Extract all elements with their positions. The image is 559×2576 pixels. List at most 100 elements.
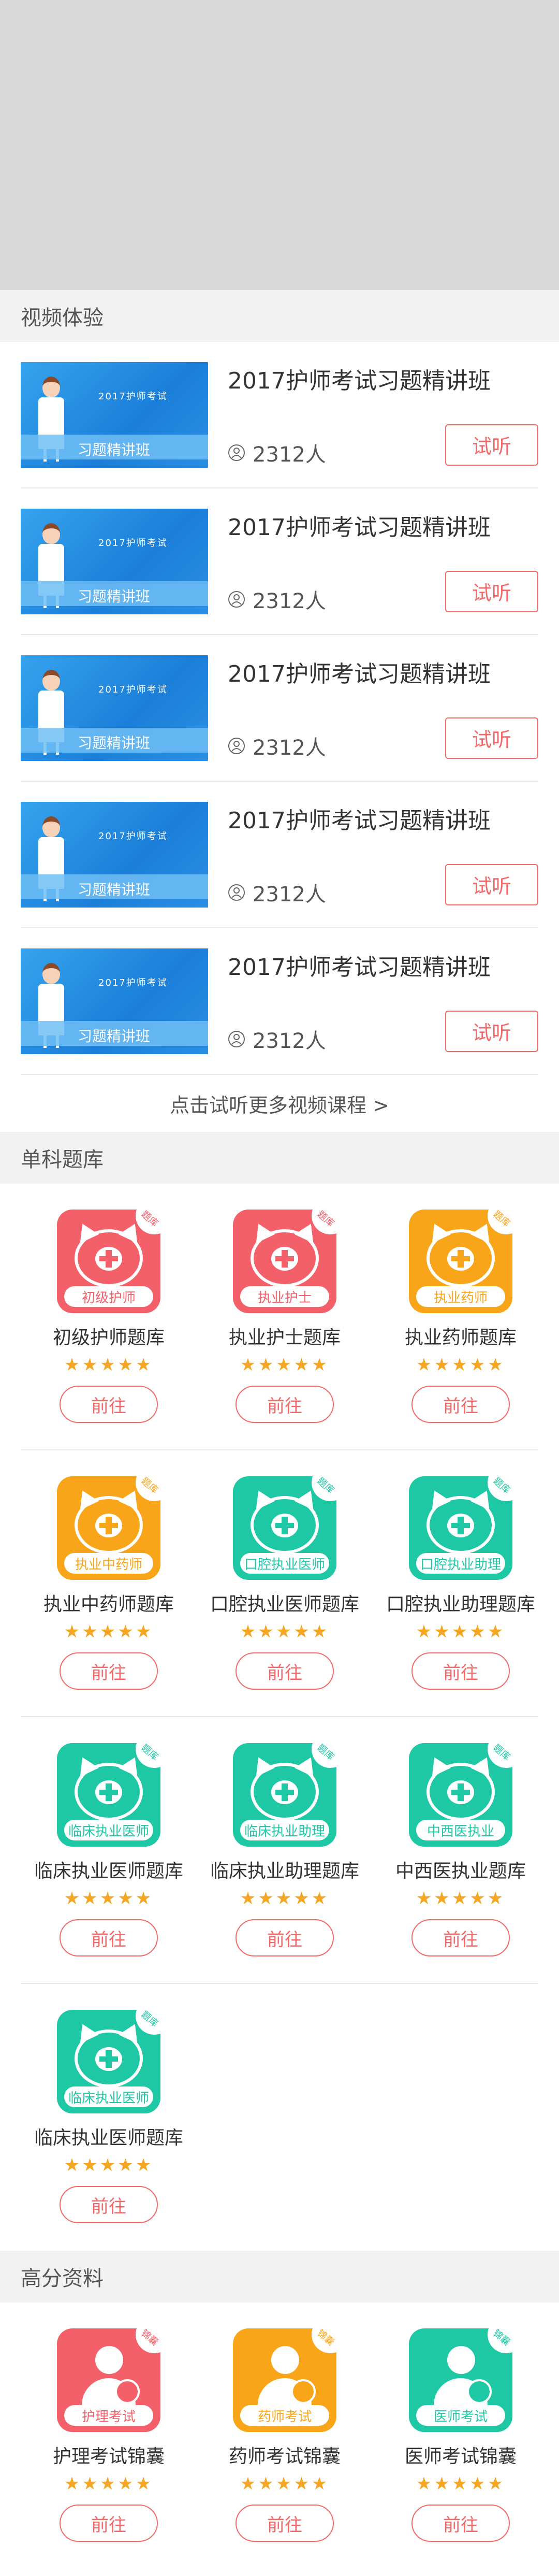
question-bank-icon[interactable]: 题库 口腔执业医师 <box>233 1476 336 1580</box>
material-card[interactable]: 锦囊 医师考试 医师考试锦囊 ★★★★★ 前往 <box>373 2302 549 2569</box>
video-title[interactable]: 2017护师考试习题精讲班 <box>228 802 491 835</box>
material-name: 护理考试锦囊 <box>52 2446 165 2467</box>
try-listen-button[interactable]: 试听 <box>445 717 538 759</box>
go-button[interactable]: 前往 <box>411 2505 510 2542</box>
go-button[interactable]: 前往 <box>60 1919 158 1956</box>
question-bank-icon[interactable]: 题库 初级护师 <box>57 1210 160 1313</box>
icon-label: 临床执业医师 <box>64 1820 153 1840</box>
video-item[interactable]: 2017护师考试 习题精讲班 2017护师考试习题精讲班 2312人 试听 <box>21 782 538 928</box>
question-bank-icon[interactable]: 题库 临床执业助理 <box>233 1743 336 1847</box>
question-bank-icon[interactable]: 题库 中西医执业 <box>409 1743 512 1847</box>
corner-tag: 锦囊 <box>315 2328 336 2348</box>
doctor-figure <box>42 669 60 690</box>
go-button[interactable]: 前往 <box>60 1652 158 1690</box>
try-listen-button[interactable]: 试听 <box>445 570 538 612</box>
question-bank-icon[interactable]: 题库 临床执业医师 <box>57 2010 160 2113</box>
bank-card[interactable]: 题库 执业护士 执业护士题库 ★★★★★ 前往 <box>197 1184 373 1449</box>
doctor-figure <box>42 816 60 837</box>
video-item[interactable]: 2017护师考试 习题精讲班 2017护师考试习题精讲班 2312人 试听 <box>21 928 538 1075</box>
icon-label: 药师考试 <box>240 2405 329 2426</box>
video-title[interactable]: 2017护师考试习题精讲班 <box>228 362 491 395</box>
question-bank-icon[interactable]: 题库 执业中药师 <box>57 1476 160 1580</box>
viewer-count: 2312人 <box>253 589 326 613</box>
video-item[interactable]: 2017护师考试 习题精讲班 2017护师考试习题精讲班 2312人 试听 <box>21 635 538 782</box>
question-bank-icon[interactable]: 题库 执业药师 <box>409 1210 512 1313</box>
bank-card[interactable]: 题库 口腔执业医师 口腔执业医师题库 ★★★★★ 前往 <box>197 1450 373 1716</box>
bank-card[interactable]: 题库 临床执业医师 临床执业医师题库 ★★★★★ 前往 <box>21 1717 197 1983</box>
rating-stars-icon: ★★★★★ <box>416 1621 506 1642</box>
video-thumbnail[interactable]: 2017护师考试 习题精讲班 <box>21 948 208 1054</box>
material-card[interactable]: 锦囊 药师考试 药师考试锦囊 ★★★★★ 前往 <box>197 2302 373 2569</box>
rating-stars-icon: ★★★★★ <box>64 1888 154 1909</box>
rating-stars-icon: ★★★★★ <box>64 2473 154 2494</box>
video-thumbnail[interactable]: 2017护师考试 习题精讲班 <box>21 508 208 614</box>
go-button[interactable]: 前往 <box>411 1386 510 1423</box>
try-listen-button[interactable]: 试听 <box>445 864 538 905</box>
bank-card[interactable]: 题库 执业药师 执业药师题库 ★★★★★ 前往 <box>373 1184 549 1449</box>
video-thumbnail[interactable]: 2017护师考试 习题精讲班 <box>21 655 208 761</box>
video-thumbnail[interactable]: 2017护师考试 习题精讲班 <box>21 362 208 468</box>
material-card[interactable]: 锦囊 护理考试 护理考试锦囊 ★★★★★ 前往 <box>21 2302 197 2569</box>
icon-label: 中西医执业 <box>416 1820 505 1840</box>
rating-stars-icon: ★★★★★ <box>416 1888 506 1909</box>
icon-label: 口腔执业医师 <box>240 1553 329 1574</box>
go-button[interactable]: 前往 <box>411 1652 510 1690</box>
bank-card[interactable]: 题库 临床执业医师 临床执业医师题库 ★★★★★ 前往 <box>21 1984 197 2251</box>
corner-tag: 题库 <box>139 1210 160 1229</box>
video-title[interactable]: 2017护师考试习题精讲班 <box>228 655 491 688</box>
go-button[interactable]: 前往 <box>60 2505 158 2542</box>
go-button[interactable]: 前往 <box>60 2186 158 2223</box>
video-item[interactable]: 2017护师考试 习题精讲班 2017护师考试习题精讲班 2312人 试听 <box>21 342 538 488</box>
video-thumbnail[interactable]: 2017护师考试 习题精讲班 <box>21 801 208 908</box>
more-videos-link[interactable]: 点击试听更多视频课程 > <box>0 1075 559 1132</box>
video-item[interactable]: 2017护师考试 习题精讲班 2017护师考试习题精讲班 2312人 试听 <box>21 488 538 635</box>
go-button[interactable]: 前往 <box>60 1386 158 1423</box>
go-button[interactable]: 前往 <box>236 2505 334 2542</box>
rating-stars-icon: ★★★★★ <box>240 1355 330 1375</box>
bank-card[interactable]: 题库 口腔执业助理 口腔执业助理题库 ★★★★★ 前往 <box>373 1450 549 1716</box>
go-button[interactable]: 前往 <box>236 1652 334 1690</box>
question-bank-icon[interactable]: 题库 临床执业医师 <box>57 1743 160 1847</box>
corner-tag: 题库 <box>315 1743 336 1763</box>
thumbnail-caption: 2017护师考试 <box>98 684 168 695</box>
video-list: 2017护师考试 习题精讲班 2017护师考试习题精讲班 2312人 试听 20… <box>0 342 559 1075</box>
material-name: 药师考试锦囊 <box>228 2446 341 2467</box>
bank-card[interactable]: 题库 初级护师 初级护师题库 ★★★★★ 前往 <box>21 1184 197 1449</box>
user-icon <box>228 884 245 901</box>
try-listen-button[interactable]: 试听 <box>445 1010 538 1052</box>
thumbnail-label: 习题精讲班 <box>78 881 151 898</box>
thumbnail-label: 习题精讲班 <box>78 734 151 752</box>
question-bank-icon[interactable]: 题库 执业护士 <box>233 1210 336 1313</box>
study-material-icon[interactable]: 锦囊 药师考试 <box>233 2328 336 2432</box>
icon-label: 执业中药师 <box>64 1553 153 1574</box>
bank-row: 题库 执业中药师 执业中药师 题库 ★★★★★ 前往 题库 口腔执业医师 口腔执业… <box>21 1450 538 1717</box>
question-bank-icon[interactable]: 题库 口腔执业助理 <box>409 1476 512 1580</box>
viewer-count: 2312人 <box>253 736 326 760</box>
bank-row: 题库 临床执业医师 临床执业医师题库 ★★★★★ 前往 <box>21 1984 538 2251</box>
study-material-icon[interactable]: 锦囊 护理考试 <box>57 2328 160 2432</box>
viewer-count: 2312人 <box>253 882 326 906</box>
go-button[interactable]: 前往 <box>236 1919 334 1956</box>
bank-name: 临床执业助理题库 <box>210 1861 359 1882</box>
study-material-icon[interactable]: 锦囊 医师考试 <box>409 2328 512 2432</box>
corner-tag: 题库 <box>139 1476 160 1496</box>
rating-stars-icon: ★★★★★ <box>240 1621 330 1642</box>
corner-tag: 题库 <box>491 1476 512 1496</box>
bank-name: 执业护士题库 <box>228 1327 341 1348</box>
user-icon <box>228 444 245 461</box>
icon-label: 初级护师 <box>64 1286 153 1307</box>
bank-card[interactable]: 题库 中西医执业 中西医执业题库 ★★★★★ 前往 <box>373 1717 549 1983</box>
doctor-figure <box>42 962 60 984</box>
corner-tag: 题库 <box>491 1210 512 1229</box>
material-grid: 锦囊 护理考试 护理考试锦囊 ★★★★★ 前往 锦囊 药师考试 药师考试锦囊 ★… <box>0 2302 559 2569</box>
go-button[interactable]: 前往 <box>236 1386 334 1423</box>
bank-card[interactable]: 题库 执业中药师 执业中药师题库 ★★★★★ 前往 <box>21 1450 197 1716</box>
go-button[interactable]: 前往 <box>411 1919 510 1956</box>
thumbnail-label: 习题精讲班 <box>78 441 151 458</box>
bank-card[interactable]: 题库 临床执业助理 临床执业助理题库 ★★★★★ 前往 <box>197 1717 373 1983</box>
corner-tag: 锦囊 <box>139 2328 160 2348</box>
video-title[interactable]: 2017护师考试习题精讲班 <box>228 948 491 982</box>
top-banner[interactable] <box>0 0 559 290</box>
video-title[interactable]: 2017护师考试习题精讲班 <box>228 509 491 542</box>
try-listen-button[interactable]: 试听 <box>445 424 538 466</box>
